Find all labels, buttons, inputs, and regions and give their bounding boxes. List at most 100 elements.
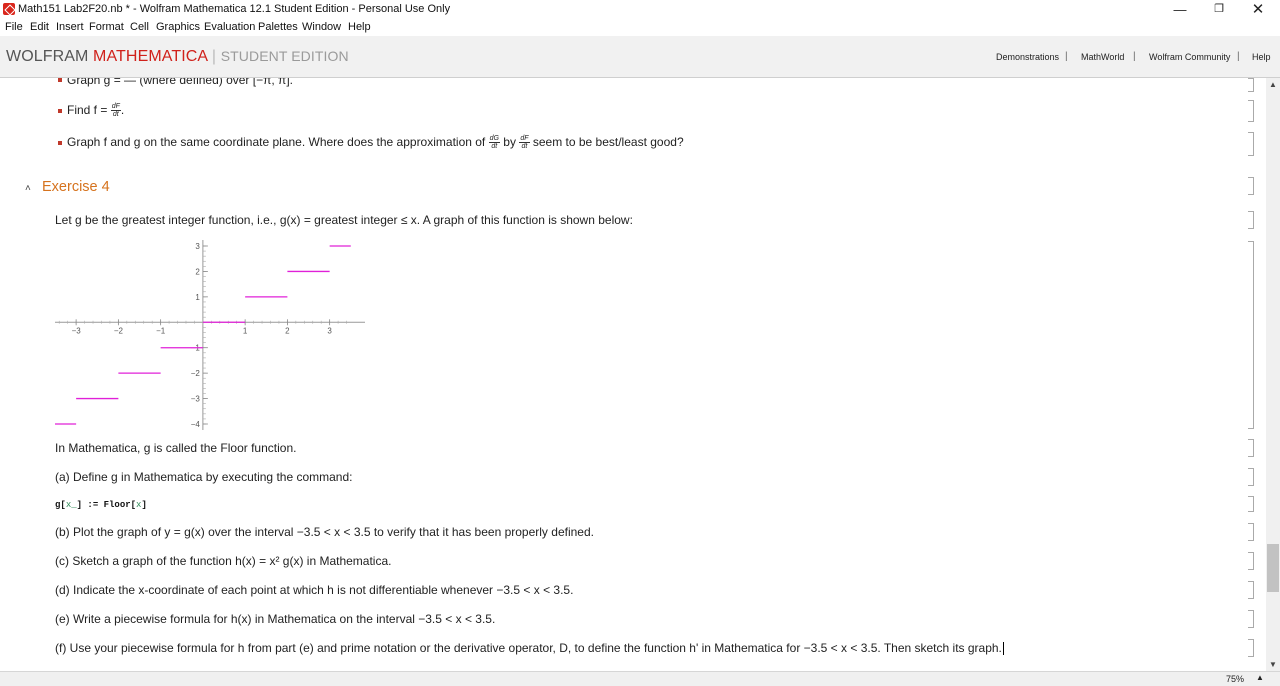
menu-edit[interactable]: Edit: [30, 21, 49, 33]
code-input-cell[interactable]: g[x_] := Floor[x]: [55, 500, 147, 510]
zoom-level[interactable]: 75%: [1226, 674, 1244, 684]
menu-bar: File Edit Insert Format Cell Graphics Ev…: [0, 19, 1280, 36]
menu-palettes[interactable]: Palettes: [258, 21, 298, 33]
mathematica-app-icon: [3, 3, 15, 15]
part-a: (a) Define g in Mathematica by executing…: [55, 470, 353, 484]
scroll-up-arrow-icon[interactable]: ▲: [1266, 78, 1280, 91]
part-c: (c) Sketch a graph of the function h(x) …: [55, 554, 392, 568]
link-wolfram-community[interactable]: Wolfram Community: [1149, 52, 1230, 62]
find-f-text: Find f =: [67, 103, 108, 117]
menu-graphics[interactable]: Graphics: [156, 21, 200, 33]
menu-cell[interactable]: Cell: [130, 21, 149, 33]
menu-insert[interactable]: Insert: [56, 21, 84, 33]
code-pattern-var: x_: [65, 500, 77, 510]
cell-bracket[interactable]: [1248, 552, 1254, 570]
cell-bracket[interactable]: [1248, 468, 1254, 486]
bullet-marker: [58, 141, 62, 145]
cell-bracket[interactable]: [1248, 610, 1254, 628]
frac-den: dt: [521, 143, 528, 151]
section-title: Exercise 4: [42, 179, 110, 195]
frac-den: dt: [491, 143, 498, 151]
x-tick-label: 2: [285, 326, 290, 335]
part-e: (e) Write a piecewise formula for h(x) i…: [55, 612, 496, 626]
y-tick-label: 2: [195, 267, 200, 276]
minimize-button[interactable]: —: [1160, 0, 1200, 19]
graph-f-g-line: Graph f and g on the same coordinate pla…: [67, 135, 684, 150]
text-cursor: [1002, 642, 1004, 656]
x-tick-label: −1: [156, 326, 166, 335]
cell-bracket[interactable]: [1248, 241, 1254, 429]
find-f-line: Find f = dF dt.: [67, 103, 125, 119]
x-tick-label: 3: [327, 326, 332, 335]
link-help[interactable]: Help: [1252, 52, 1271, 62]
close-button[interactable]: ✕: [1238, 0, 1278, 19]
code-head: g[: [55, 500, 66, 510]
part-b: (b) Plot the graph of y = g(x) over the …: [55, 525, 594, 539]
y-tick-label: −2: [191, 369, 201, 378]
window-title: Math151 Lab2F20.nb * - Wolfram Mathemati…: [18, 3, 451, 15]
y-tick-label: 1: [195, 293, 200, 302]
zoom-menu-caret-icon[interactable]: ▲: [1256, 673, 1264, 682]
frac-num: dF: [110, 103, 121, 112]
scroll-down-arrow-icon[interactable]: ▼: [1266, 658, 1280, 671]
cell-bracket[interactable]: [1248, 132, 1254, 156]
brand-edition: STUDENT EDITION: [220, 48, 349, 64]
y-tick-label: −3: [191, 395, 201, 404]
part-f: (f) Use your piecewise formula for h fro…: [55, 641, 1004, 656]
menu-evaluation[interactable]: Evaluation: [204, 21, 255, 33]
cell-bracket[interactable]: [1248, 639, 1254, 657]
graph-text-c: seem to be best/least good?: [532, 135, 684, 149]
menu-window[interactable]: Window: [302, 21, 341, 33]
cell-bracket[interactable]: [1248, 439, 1254, 457]
link-separator: |: [1237, 51, 1240, 62]
status-bar: 75% ▲: [0, 671, 1280, 686]
y-tick-label: −4: [191, 420, 201, 429]
fraction-dF-dt: dF dt: [519, 135, 530, 151]
frac-num: dG: [488, 135, 500, 144]
link-demonstrations[interactable]: Demonstrations: [996, 52, 1059, 62]
cell-bracket[interactable]: [1248, 581, 1254, 599]
bullet-marker: [58, 109, 62, 113]
cell-bracket[interactable]: [1248, 100, 1254, 122]
menu-format[interactable]: Format: [89, 21, 124, 33]
menu-file[interactable]: File: [5, 21, 23, 33]
brand-mathematica: MATHEMATICA: [93, 48, 208, 65]
brand-wolfram: WOLFRAM: [6, 48, 89, 65]
wolfram-mathematica-logo: WOLFRAM MATHEMATICA | STUDENT EDITION: [6, 48, 349, 66]
top-partial-line: Graph g = — (where defined) over [−π, π]…: [67, 78, 293, 87]
title-bar: Math151 Lab2F20.nb * - Wolfram Mathemati…: [0, 0, 1280, 19]
cell-bracket[interactable]: [1248, 496, 1254, 512]
part-f-text: (f) Use your piecewise formula for h fro…: [55, 641, 1002, 655]
code-tail: ]: [141, 500, 147, 510]
vertical-scrollbar[interactable]: ▲ ▼: [1266, 78, 1280, 671]
graph-text-a: Graph f and g on the same coordinate pla…: [67, 135, 486, 149]
section-collapse-toggle[interactable]: ˄: [25, 183, 31, 194]
scrollbar-thumb[interactable]: [1267, 544, 1279, 592]
x-tick-label: −3: [72, 326, 82, 335]
x-tick-label: 1: [243, 326, 248, 335]
bullet-marker: [58, 78, 62, 82]
cell-bracket[interactable]: [1248, 177, 1254, 195]
brand-toolbar: WOLFRAM MATHEMATICA | STUDENT EDITION De…: [0, 36, 1280, 78]
link-mathworld[interactable]: MathWorld: [1081, 52, 1124, 62]
cell-bracket[interactable]: [1248, 78, 1254, 92]
frac-num: dF: [519, 135, 530, 144]
y-tick-label: 3: [195, 242, 200, 251]
graph-text-b: by: [503, 135, 516, 149]
link-separator: |: [1065, 51, 1068, 62]
brand-separator: |: [211, 48, 217, 65]
fraction-dF-dt: dF dt: [110, 103, 121, 119]
frac-den: dt: [112, 111, 119, 119]
cell-bracket[interactable]: [1248, 211, 1254, 229]
intro-text: Let g be the greatest integer function, …: [55, 213, 633, 227]
fraction-dG-dt: dG dt: [488, 135, 500, 151]
notebook-content[interactable]: Graph g = — (where defined) over [−π, π]…: [0, 78, 1266, 671]
x-tick-label: −2: [114, 326, 124, 335]
code-mid: ] := Floor[: [76, 500, 137, 510]
floor-function-graph: −3−2−1123321−1−2−3−4: [55, 240, 365, 430]
menu-help[interactable]: Help: [348, 21, 371, 33]
restore-button[interactable]: ❐: [1199, 0, 1239, 19]
part-d: (d) Indicate the x-coordinate of each po…: [55, 583, 574, 597]
floor-note: In Mathematica, g is called the Floor fu…: [55, 441, 297, 455]
cell-bracket[interactable]: [1248, 523, 1254, 541]
